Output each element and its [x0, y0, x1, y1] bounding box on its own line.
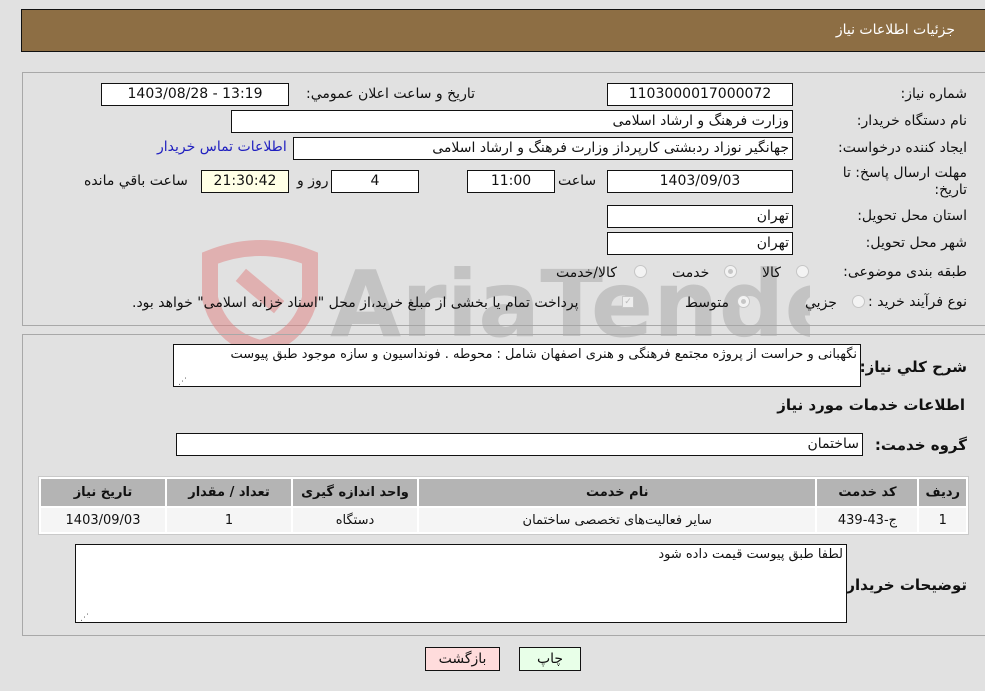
back-button[interactable]: بازگشت	[425, 647, 500, 671]
print-button[interactable]: چاپ	[519, 647, 581, 671]
col-header-need-date: تاریخ نیاز	[41, 479, 165, 506]
treasury-note: پرداخت تمام یا بخشی از مبلغ خرید،از محل …	[132, 295, 579, 311]
page-title: جزئیات اطلاعات نیاز	[835, 22, 955, 38]
days-remaining-field[interactable]: 4	[331, 170, 419, 193]
province-label: استان محل تحویل:	[857, 208, 967, 224]
purchase-option-minor: جزيي	[805, 295, 837, 311]
buyer-org-label: نام دستگاه خریدار:	[856, 113, 967, 129]
days-label: روز و	[297, 173, 329, 189]
category-option-goods-service: کالا/خدمت	[556, 265, 617, 281]
treasury-checkbox[interactable]: ✓	[622, 296, 634, 308]
col-header-unit: واحد اندازه گیری	[293, 479, 417, 506]
cell-quantity: 1	[167, 508, 291, 532]
buyer-notes-label: توضیحات خریدار:	[840, 576, 967, 594]
buyer-notes-text: لطفا طبق پیوست قیمت داده شود	[658, 547, 843, 562]
category-option-service: خدمت	[672, 265, 710, 281]
deadline-label-line1: مهلت ارسال پاسخ: تا	[842, 165, 967, 181]
cell-need-date: 1403/09/03	[41, 508, 165, 532]
category-label: طبقه بندی موضوعی:	[843, 264, 967, 280]
services-table: ردیف کد خدمت نام خدمت واحد اندازه گیری ت…	[38, 476, 969, 535]
service-group-label: گروه خدمت:	[874, 436, 967, 454]
category-radio-goods[interactable]	[796, 265, 809, 278]
description-label: شرح کلي نیاز:	[859, 358, 967, 376]
deadline-label-line2: تاریخ:	[934, 182, 967, 198]
page-header: جزئیات اطلاعات نیاز	[21, 9, 985, 52]
col-header-quantity: تعداد / مقدار	[167, 479, 291, 506]
description-textarea[interactable]: نگهبانی و حراست از پروژه مجتمع فرهنگی و …	[173, 344, 861, 387]
deadline-time-label: ساعت	[558, 173, 597, 189]
purchase-option-medium: متوسط	[685, 295, 729, 311]
col-header-row-number: ردیف	[919, 479, 966, 506]
cell-unit: دستگاه	[293, 508, 417, 532]
purchase-radio-medium[interactable]	[737, 295, 750, 308]
need-number-field[interactable]: 1103000017000072	[607, 83, 793, 106]
buyer-notes-textarea[interactable]: لطفا طبق پیوست قیمت داده شود ⋰	[75, 544, 847, 623]
resize-grip-icon[interactable]: ⋰	[79, 610, 89, 623]
col-header-service-code: کد خدمت	[817, 479, 918, 506]
requester-label: ایجاد کننده درخواست:	[838, 140, 967, 156]
resize-grip-icon[interactable]: ⋰	[177, 374, 187, 387]
need-number-label: شماره نیاز:	[900, 86, 968, 102]
cell-service-code: ج-43-439	[817, 508, 918, 532]
deadline-date-field[interactable]: 1403/09/03	[607, 170, 793, 193]
service-group-field[interactable]: ساختمان	[176, 433, 863, 456]
time-remaining-field: 21:30:42	[201, 170, 289, 193]
table-header-row: ردیف کد خدمت نام خدمت واحد اندازه گیری ت…	[41, 479, 966, 506]
purchase-type-label: نوع فرآیند خرید :	[868, 294, 967, 310]
cell-row-number: 1	[919, 508, 966, 532]
category-radio-service[interactable]	[724, 265, 737, 278]
description-text: نگهبانی و حراست از پروژه مجتمع فرهنگی و …	[230, 347, 857, 362]
buyer-contact-link[interactable]: اطلاعات تماس خریدار	[157, 139, 287, 155]
deadline-time-field[interactable]: 11:00	[467, 170, 555, 193]
category-option-goods: کالا	[762, 265, 781, 281]
announce-datetime-field[interactable]: 1403/08/28 - 13:19	[101, 83, 289, 106]
services-section-title: اطلاعات خدمات مورد نیاز	[777, 396, 965, 414]
buyer-org-field[interactable]: وزارت فرهنگ و ارشاد اسلامی	[231, 110, 793, 133]
city-field[interactable]: تهران	[607, 232, 793, 255]
time-remaining-label: ساعت باقي مانده	[84, 173, 188, 189]
purchase-radio-minor[interactable]	[852, 295, 865, 308]
announce-datetime-label: تاریخ و ساعت اعلان عمومي:	[306, 86, 475, 102]
table-row: 1 ج-43-439 سایر فعالیت‌های تخصصی ساختمان…	[41, 508, 966, 532]
requester-field[interactable]: جهانگیر نوزاد ردبشتی کارپرداز وزارت فرهن…	[293, 137, 793, 160]
city-label: شهر محل تحویل:	[865, 235, 967, 251]
cell-service-name: سایر فعالیت‌های تخصصی ساختمان	[419, 508, 816, 532]
province-field[interactable]: تهران	[607, 205, 793, 228]
category-radio-goods-service[interactable]	[634, 265, 647, 278]
col-header-service-name: نام خدمت	[419, 479, 816, 506]
